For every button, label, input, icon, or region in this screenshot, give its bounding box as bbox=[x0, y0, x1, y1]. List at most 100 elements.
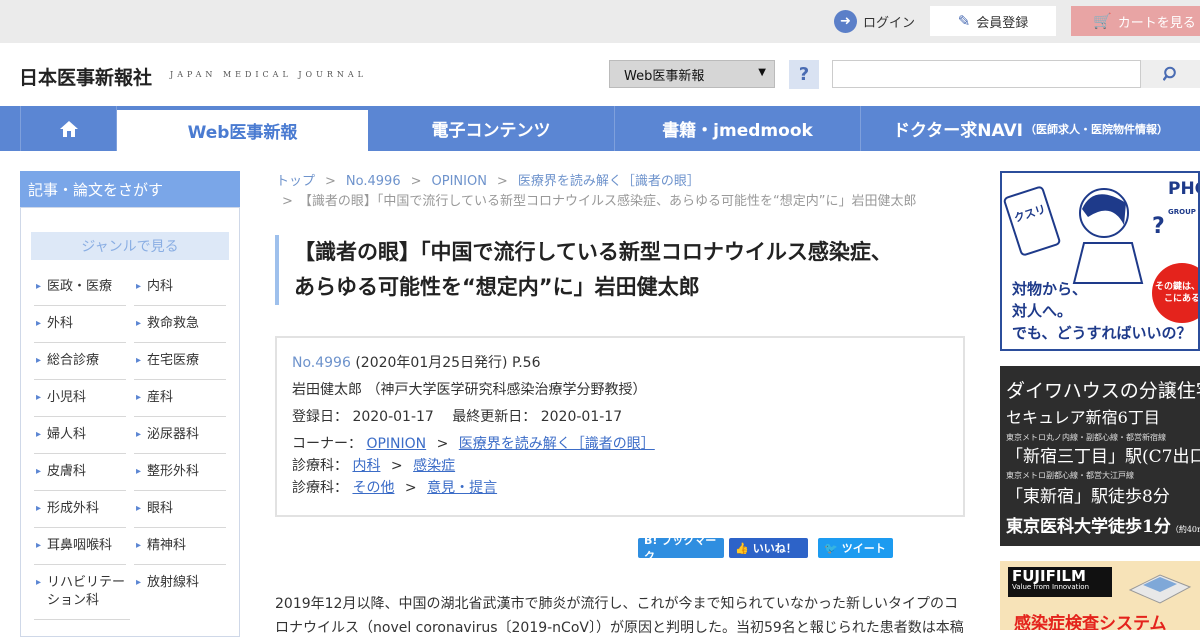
article-author: 岩田健太郎 （神戸大学医学研究科感染治療学分野教授） bbox=[292, 382, 647, 398]
breadcrumb-top[interactable]: トップ bbox=[276, 174, 315, 189]
help-button[interactable]: ? bbox=[789, 60, 819, 89]
login-icon: ➜ bbox=[834, 9, 857, 33]
department-separator: > bbox=[390, 458, 403, 474]
article-body-line: 2019年12月以降、中国の湖北省武漢市で肺炎が流行し、これが今まで知られていな… bbox=[275, 596, 959, 612]
login-label: ログイン bbox=[863, 15, 916, 31]
breadcrumb-separator: > bbox=[410, 174, 422, 189]
ad2-station: 「東新宿」駅徒歩8分 bbox=[1006, 487, 1170, 507]
ad-banner-phc[interactable]: クスリ ? PHCGROUP 対物から、 対人へ。 でも、どうすればいいの？ そ… bbox=[1000, 171, 1200, 351]
ad3-text: 感染症検査システム bbox=[1014, 614, 1167, 630]
department-link-naika[interactable]: 内科 bbox=[352, 458, 380, 474]
thumbs-up-icon: 👍 bbox=[735, 541, 749, 555]
search-button[interactable] bbox=[1141, 60, 1200, 88]
search-scope-select[interactable]: Web医事新報 ▼ bbox=[609, 60, 775, 88]
genre-button[interactable]: ジャンルで見る bbox=[31, 232, 229, 260]
breadcrumb-issue[interactable]: No.4996 bbox=[346, 174, 401, 189]
register-button[interactable]: ✎ 会員登録 bbox=[930, 6, 1056, 36]
breadcrumb: トップ > No.4996 > OPINION > 医療界を読み解く［識者の眼］ > 【識者の… bbox=[276, 172, 956, 212]
ad2-headline: ダイワハウスの分譲住宅 bbox=[1006, 380, 1200, 402]
search-icon bbox=[1162, 66, 1176, 81]
breadcrumb-opinion[interactable]: OPINION bbox=[432, 174, 487, 189]
dropdown-arrow-icon: ▼ bbox=[758, 67, 766, 78]
ad-banner-daiwa[interactable]: ダイワハウスの分譲住宅 セキュレア新宿6丁目 東京メトロ丸ノ内線・副都心線・都営… bbox=[1000, 366, 1200, 546]
sidebar-category-item[interactable]: 泌尿器科 bbox=[134, 426, 226, 454]
home-icon bbox=[59, 120, 78, 137]
hatena-bookmark-button[interactable]: B! ブックマーク bbox=[638, 534, 724, 563]
search-input[interactable] bbox=[832, 60, 1141, 88]
department-link-sonota[interactable]: その他 bbox=[352, 480, 394, 496]
sidebar-category-item[interactable]: 在宅医療 bbox=[134, 352, 226, 380]
updated-label: 最終更新日： bbox=[452, 409, 537, 425]
article-title: 【識者の眼】「中国で流行している新型コロナウイルス感染症、 あらゆる可能性を“想… bbox=[294, 235, 955, 305]
sidebar-category-item[interactable]: 整形外科 bbox=[134, 463, 226, 491]
search-scope-value: Web医事新報 bbox=[624, 68, 705, 84]
sidebar-category-item[interactable]: 眼科 bbox=[134, 500, 226, 528]
sidebar-category-item[interactable]: 精神科 bbox=[134, 537, 226, 565]
ad2-line-info: 東京メトロ副都心線・都営大江戸線 bbox=[1006, 471, 1134, 480]
ad-banner-fujifilm[interactable]: FUJIFILM Value from Innovation 感染症検査システム bbox=[1000, 561, 1200, 630]
cart-label: カートを見る bbox=[1117, 15, 1196, 31]
sidebar-category-item[interactable]: 外科 bbox=[34, 315, 126, 343]
sidebar-category-item[interactable]: 医政・医療 bbox=[34, 278, 126, 306]
updated-date: 2020-01-17 bbox=[540, 409, 623, 425]
ad2-hospital: 東京医科大学徒歩1分（約40m） bbox=[1006, 512, 1200, 537]
breadcrumb-separator: > bbox=[325, 174, 336, 189]
phc-logo-sub: GROUP bbox=[1168, 208, 1196, 216]
phc-logo-text: PHC bbox=[1168, 179, 1198, 199]
sidebar-category-item[interactable]: 皮膚科 bbox=[34, 463, 126, 491]
fujifilm-logo: FUJIFILM Value from Innovation bbox=[1008, 567, 1112, 597]
breadcrumb-corner[interactable]: 医療界を読み解く［識者の眼］ bbox=[518, 174, 700, 189]
register-icon: ✎ bbox=[957, 12, 971, 30]
tweet-button[interactable]: 🐦 ツイート bbox=[818, 538, 893, 558]
article-info-box: No.4996 (2020年01月25日発行) P.56 岩田健太郎 （神戸大学… bbox=[275, 336, 965, 517]
issue-number-link[interactable]: No.4996 bbox=[292, 355, 351, 371]
cart-button[interactable]: 🛒 カートを見る bbox=[1071, 6, 1200, 36]
ad2-project: セキュレア新宿6丁目 bbox=[1006, 408, 1160, 427]
sidebar-category-item[interactable]: 内科 bbox=[134, 278, 226, 306]
sidebar-category-item[interactable]: リハビリテーション科 bbox=[34, 574, 130, 620]
ad2-hospital-name: 東京医科大学徒歩1分 bbox=[1006, 517, 1171, 537]
sidebar-category-item[interactable]: 産科 bbox=[134, 389, 226, 417]
sidebar-category-item[interactable]: 婦人科 bbox=[34, 426, 126, 454]
corner-separator: > bbox=[436, 436, 449, 452]
like-label: いいね！ bbox=[752, 542, 797, 555]
login-link[interactable]: ➜ ログイン bbox=[834, 9, 915, 33]
breadcrumb-separator: > bbox=[282, 194, 293, 209]
article-title-line1: 【識者の眼】「中国で流行している新型コロナウイルス感染症、 bbox=[294, 240, 892, 264]
nav-tab-doctor-navi[interactable]: ドクター求NAVI （医師求人・医院物件情報） bbox=[861, 106, 1200, 151]
department-link-iken[interactable]: 意見・提言 bbox=[427, 480, 497, 496]
department-link-kansensho[interactable]: 感染症 bbox=[413, 458, 455, 474]
article-body-line: ロナウイルス（novel coronavirus〔2019-nCoV〕）が原因と… bbox=[275, 620, 964, 636]
corner-link-shikisha[interactable]: 医療界を読み解く［識者の眼］ bbox=[459, 436, 655, 452]
article-title-line2: あらゆる可能性を“想定内”に」岩田健太郎 bbox=[294, 275, 700, 299]
main-nav: Web医事新報 電子コンテンツ 書籍・jmedmook ドクター求NAVI （医師… bbox=[0, 106, 1200, 151]
sidebar-category-item[interactable]: 小児科 bbox=[34, 389, 126, 417]
sidebar-category-item[interactable]: 形成外科 bbox=[34, 500, 126, 528]
sidebar-category-item[interactable]: 救命救急 bbox=[134, 315, 226, 343]
sidebar-panel bbox=[20, 207, 240, 637]
ad1-line: でも、どうすればいいの？ bbox=[1012, 324, 1192, 342]
site-logo-english: JAPAN MEDICAL JOURNAL bbox=[170, 70, 367, 79]
article-body: 2019年12月以降、中国の湖北省武漢市で肺炎が流行し、これが今まで知られていな… bbox=[275, 592, 965, 640]
department-separator: > bbox=[404, 480, 417, 496]
svg-text:?: ? bbox=[1152, 214, 1165, 239]
registered-label: 登録日： bbox=[292, 409, 348, 425]
register-label: 会員登録 bbox=[976, 15, 1029, 31]
breadcrumb-current: 【識者の眼】「中国で流行している新型コロナウイルス感染症、あらゆる可能性を“想定… bbox=[298, 194, 917, 209]
site-logo[interactable]: 日本医事新報社 bbox=[19, 63, 152, 90]
nav-tab-web-ijishinpo[interactable]: Web医事新報 bbox=[117, 110, 368, 151]
nav-tab-digital-content[interactable]: 電子コンテンツ bbox=[368, 106, 615, 151]
facebook-like-button[interactable]: 👍 いいね！ bbox=[729, 538, 808, 558]
sidebar-category-item[interactable]: 耳鼻咽喉科 bbox=[34, 537, 126, 565]
nav-tab-books[interactable]: 書籍・jmedmook bbox=[615, 106, 861, 151]
nav-doctor-navi-label: ドクター求NAVI bbox=[892, 121, 1024, 141]
registered-date: 2020-01-17 bbox=[352, 409, 434, 425]
nav-home[interactable] bbox=[20, 106, 117, 151]
department-label: 診療科： bbox=[292, 480, 348, 496]
sidebar-category-item[interactable]: 放射線科 bbox=[134, 574, 226, 602]
breadcrumb-separator: > bbox=[496, 174, 508, 189]
sidebar-category-item[interactable]: 総合診療 bbox=[34, 352, 126, 380]
department-label: 診療科： bbox=[292, 458, 348, 474]
corner-link-opinion[interactable]: OPINION bbox=[366, 436, 426, 452]
phc-logo: PHC GROUP bbox=[1168, 179, 1198, 219]
